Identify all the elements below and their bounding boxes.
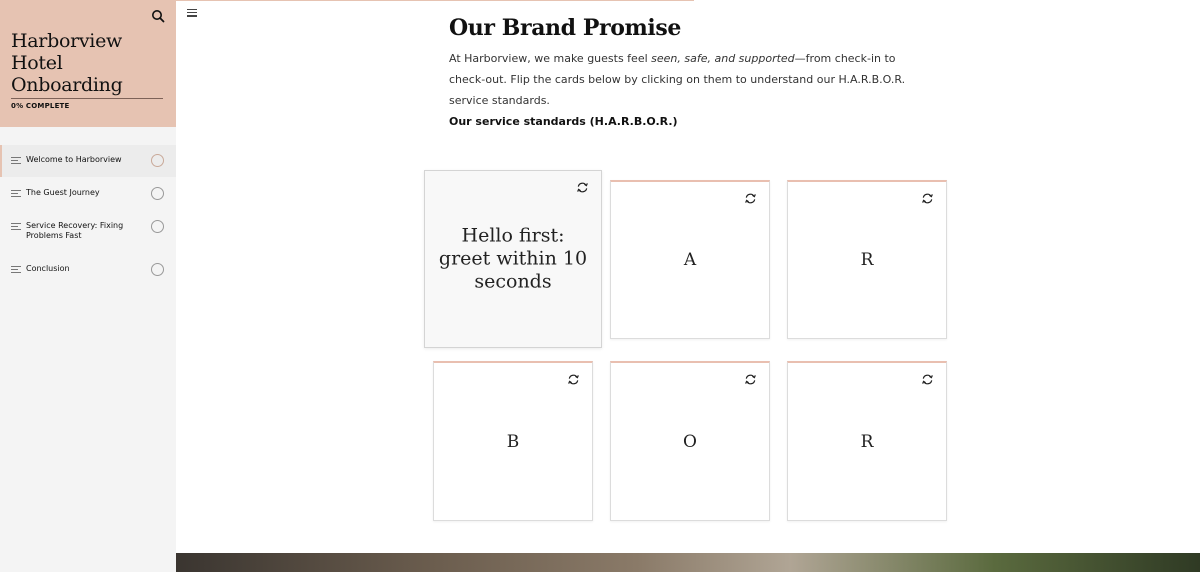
sidebar-item-service-recovery[interactable]: Service Recovery: Fixing Problems Fast: [0, 211, 176, 251]
section-subheading: Our service standards (H.A.R.B.O.R.): [449, 115, 678, 128]
sidebar-item-label: Welcome to Harborview: [26, 155, 122, 164]
flip-card-r[interactable]: R: [787, 180, 947, 339]
lesson-lines-icon: [11, 157, 21, 166]
flip-card-icon[interactable]: [744, 192, 757, 205]
hamburger-menu-icon[interactable]: [187, 9, 197, 19]
sidebar-header: Harborview Hotel Onboarding 0% COMPLETE: [0, 0, 176, 127]
card-front-letter: B: [506, 431, 520, 452]
search-icon[interactable]: [151, 9, 165, 23]
status-circle-icon: [151, 154, 164, 167]
sidebar-item-label: Service Recovery: Fixing Problems Fast: [26, 221, 124, 240]
status-circle-icon: [151, 263, 164, 276]
lesson-lines-icon: [11, 266, 21, 275]
sidebar-item-guest-journey[interactable]: The Guest Journey: [0, 178, 176, 210]
status-circle-icon: [151, 187, 164, 200]
flip-card-a[interactable]: A: [610, 180, 770, 339]
sidebar-item-label: The Guest Journey: [26, 188, 100, 197]
progress-bar: [11, 98, 163, 99]
flip-card-b[interactable]: B: [433, 361, 593, 521]
flip-card-o[interactable]: O: [610, 361, 770, 521]
sidebar-item-conclusion[interactable]: Conclusion: [0, 254, 176, 286]
flip-card-icon[interactable]: [576, 181, 589, 194]
intro-emphasis: seen, safe, and supported: [651, 52, 795, 65]
card-front-letter: A: [683, 250, 697, 270]
sidebar-item-welcome[interactable]: Welcome to Harborview: [0, 145, 176, 177]
card-front-letter: R: [860, 431, 874, 452]
flip-card-h[interactable]: Hello first: greet within 10 seconds: [424, 170, 602, 348]
hero-image-strip: [176, 553, 1200, 572]
page-title: Our Brand Promise: [449, 15, 681, 41]
active-indicator: [0, 145, 2, 177]
flip-card-icon[interactable]: [567, 373, 580, 386]
flip-card-icon[interactable]: [921, 373, 934, 386]
lesson-lines-icon: [11, 223, 21, 232]
progress-text: 0% COMPLETE: [11, 102, 70, 110]
sidebar-item-label: Conclusion: [26, 264, 70, 273]
status-circle-icon: [151, 220, 164, 233]
top-progress-line: [176, 0, 694, 1]
flip-card-icon[interactable]: [921, 192, 934, 205]
flip-card-r-second[interactable]: R: [787, 361, 947, 521]
intro-text-start: At Harborview, we make guests feel: [449, 52, 652, 65]
card-front-letter: O: [683, 431, 697, 452]
sidebar: Harborview Hotel Onboarding 0% COMPLETE …: [0, 0, 176, 572]
course-title: Harborview Hotel Onboarding: [11, 30, 123, 96]
lesson-lines-icon: [11, 190, 21, 199]
flip-card-icon[interactable]: [744, 373, 757, 386]
card-front-letter: R: [860, 250, 874, 270]
card-back-text: Hello first: greet within 10 seconds: [438, 224, 588, 293]
intro-paragraph: At Harborview, we make guests feel seen,…: [449, 48, 929, 111]
